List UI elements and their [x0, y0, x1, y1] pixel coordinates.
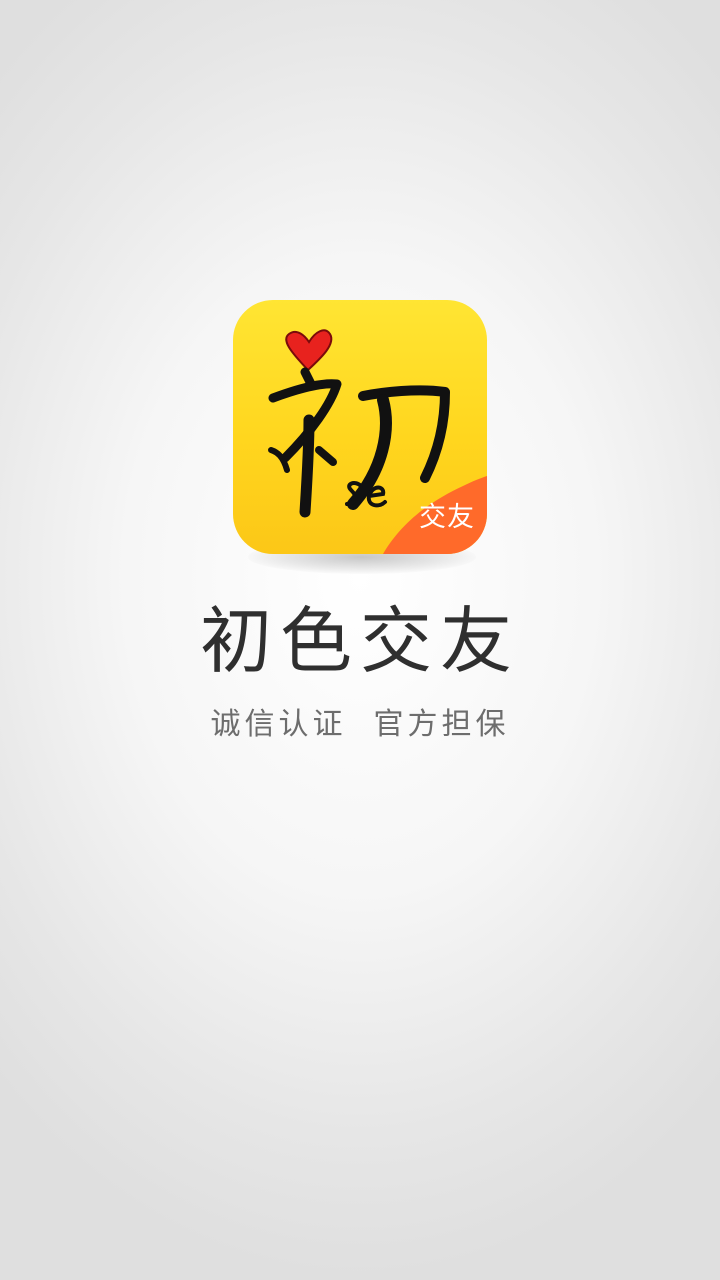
app-name: 初色交友	[199, 599, 520, 683]
logo-badge-text: 交友	[419, 502, 475, 533]
heart-icon	[285, 329, 333, 372]
logo-glyph	[268, 367, 450, 518]
app-logo: 交友	[233, 300, 487, 554]
splash-screen: 交友 初色交友 诚信认证 官方担保	[0, 0, 720, 1280]
slogan: 诚信认证 官方担保	[210, 707, 510, 742]
